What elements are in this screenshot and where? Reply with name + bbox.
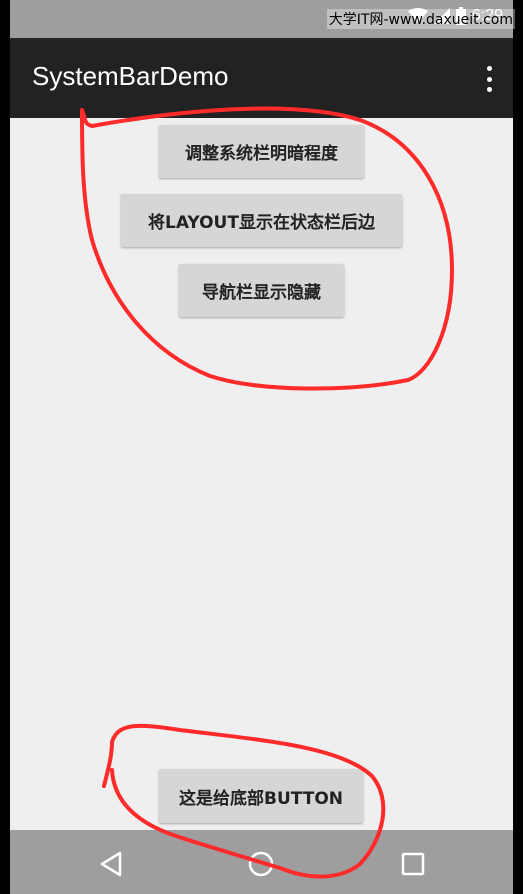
navigation-bar xyxy=(10,830,513,894)
app-bar: SystemBarDemo xyxy=(10,38,513,118)
back-icon[interactable] xyxy=(94,846,130,882)
app-title: SystemBarDemo xyxy=(32,61,229,91)
toggle-nav-button[interactable]: 导航栏显示隐藏 xyxy=(179,264,344,317)
more-vert-icon[interactable] xyxy=(479,64,499,94)
layout-behind-status-button[interactable]: 将LAYOUT显示在状态栏后边 xyxy=(121,194,402,247)
recents-icon[interactable] xyxy=(395,846,431,882)
bottom-button[interactable]: 这是给底部BUTTON xyxy=(159,769,363,823)
watermark: 大学IT网-www.daxueit.com xyxy=(326,9,515,29)
adjust-brightness-button[interactable]: 调整系统栏明暗程度 xyxy=(159,125,364,178)
phone-screen: 6:29 SystemBarDemo 调整系统栏明暗程度 将LAYOUT显示在状… xyxy=(10,0,513,894)
home-icon[interactable] xyxy=(243,846,279,882)
